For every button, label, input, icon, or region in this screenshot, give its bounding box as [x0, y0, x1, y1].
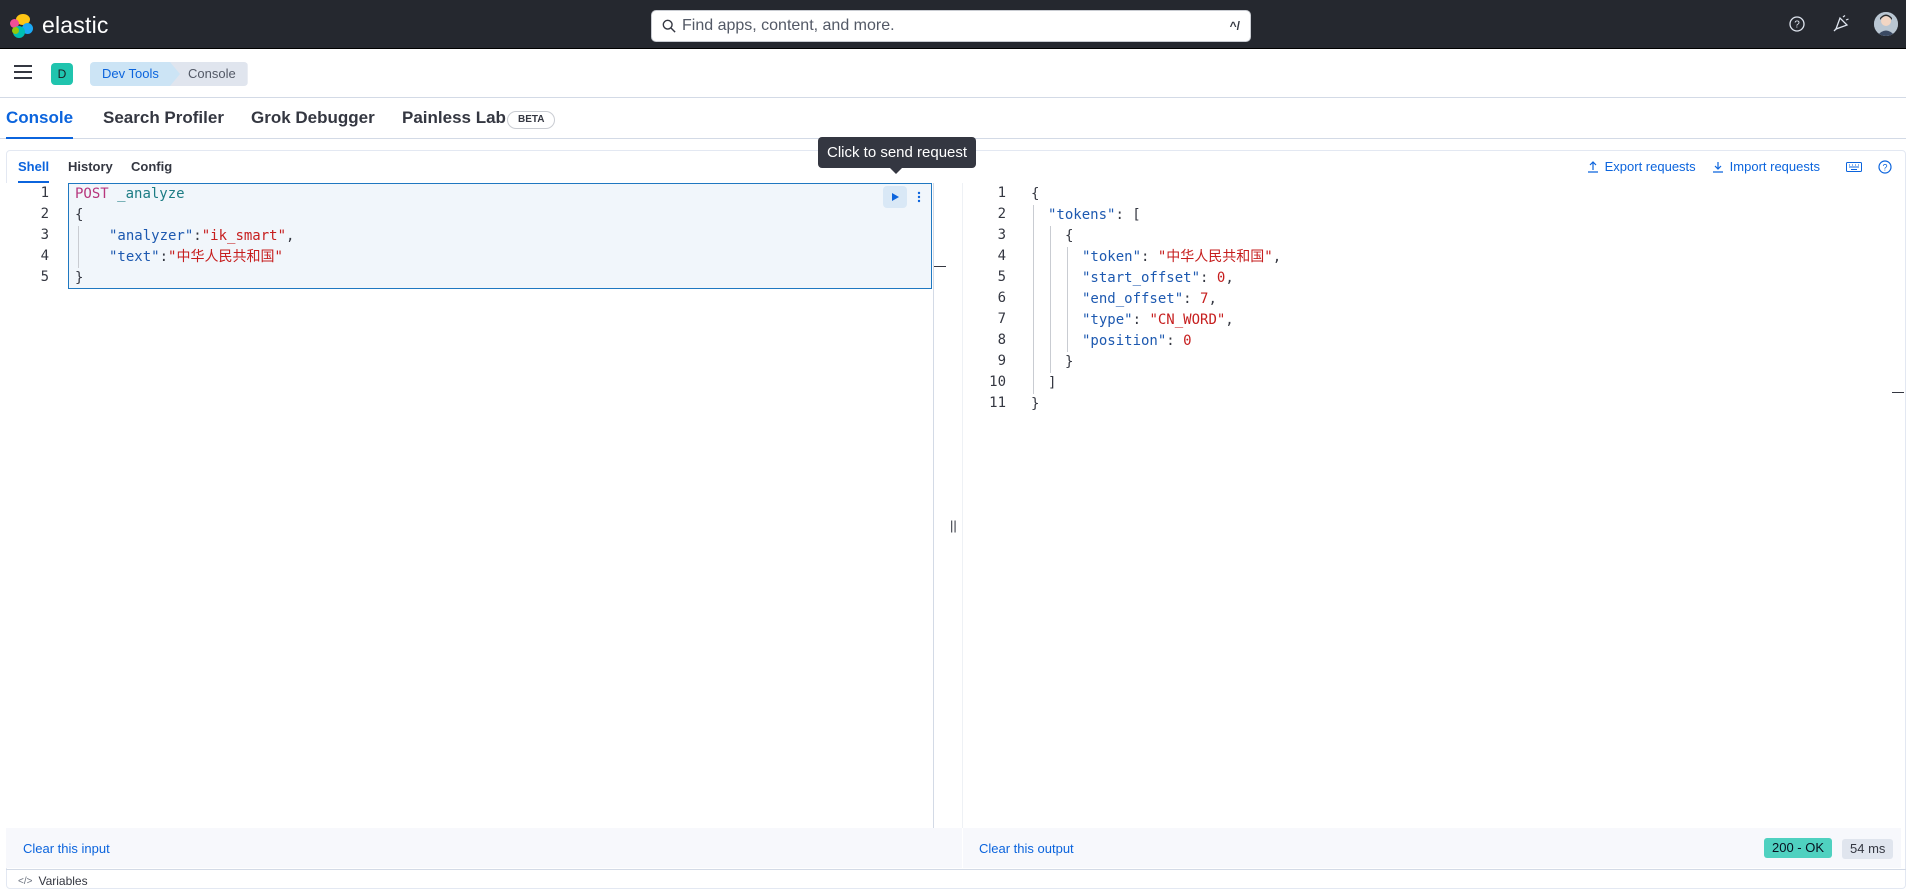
console-help-button[interactable]: ?	[1878, 159, 1892, 174]
line-number: 3	[40, 227, 49, 243]
tab-painless-lab[interactable]: Painless Lab	[402, 108, 506, 137]
line-number: 3	[997, 227, 1006, 243]
request-duration-badge: 54 ms	[1842, 839, 1894, 859]
code-icon: </>	[18, 875, 33, 887]
subtab-config[interactable]: Config	[131, 159, 172, 174]
code-text-line: "text":"中华人民共和国"	[109, 249, 283, 265]
line-number: 1	[40, 185, 49, 201]
output-brace-open: {	[1031, 186, 1040, 202]
line-number: 2	[40, 206, 49, 222]
help-icon: ?	[1878, 159, 1892, 174]
menu-icon[interactable]	[14, 65, 32, 83]
line-number: 7	[997, 311, 1006, 327]
space-avatar[interactable]: D	[51, 63, 73, 85]
user-avatar[interactable]	[1874, 12, 1898, 36]
keyboard-shortcuts-button[interactable]	[1846, 161, 1862, 173]
svg-text:?: ?	[1794, 20, 1800, 31]
status-badge: 200 - OK	[1764, 838, 1833, 858]
line-number: 5	[997, 269, 1006, 285]
output-brace-close: }	[1031, 396, 1040, 412]
output-token-line: "token": "中华人民共和国",	[1082, 249, 1282, 265]
search-icon	[662, 19, 676, 33]
console-subtabs: Shell History Config	[6, 150, 946, 183]
tab-console[interactable]: Console	[6, 108, 74, 139]
subtab-history[interactable]: History	[68, 159, 113, 174]
variables-label: Variables	[38, 874, 88, 888]
panel-resizer[interactable]: ||	[950, 518, 957, 533]
line-number: 1	[997, 185, 1006, 201]
search-shortcut: ^/	[1229, 19, 1240, 33]
input-footer	[6, 828, 962, 868]
line-number: 9	[997, 353, 1006, 369]
line-number: 5	[40, 269, 49, 285]
code-brace-open: {	[75, 207, 84, 223]
global-search[interactable]: ^/	[651, 10, 1251, 42]
scroll-marker	[1892, 392, 1904, 393]
line-number: 4	[40, 248, 49, 264]
svg-text:?: ?	[1882, 162, 1887, 172]
devtools-tabs: Console Search Profiler Grok Debugger Pa…	[0, 99, 1906, 139]
play-icon	[892, 193, 899, 201]
line-number: 6	[997, 290, 1006, 306]
scroll-marker	[934, 266, 946, 267]
tab-grok-debugger[interactable]: Grok Debugger	[251, 108, 375, 137]
editor-border	[933, 183, 934, 828]
send-request-tooltip: Click to send request	[818, 137, 977, 174]
tab-search-profiler[interactable]: Search Profiler	[103, 108, 224, 137]
indent-guide	[78, 226, 79, 268]
import-icon	[1712, 161, 1723, 173]
output-tokens-line: "tokens": [	[1048, 207, 1141, 223]
code-analyzer-line: "analyzer":"ik_smart",	[109, 228, 295, 244]
line-number: 11	[989, 395, 1006, 411]
export-icon	[1587, 160, 1598, 173]
request-line[interactable]: POST _analyze	[75, 184, 185, 205]
newsfeed-icon[interactable]	[1830, 13, 1852, 35]
import-requests-label: Import requests	[1729, 159, 1820, 174]
send-request-button[interactable]	[883, 186, 907, 208]
output-array-close: ]	[1048, 375, 1057, 391]
export-requests-button[interactable]: Export requests	[1587, 159, 1696, 174]
elastic-logo[interactable]: elastic	[10, 12, 109, 39]
output-footer	[963, 828, 1901, 868]
clear-input-link[interactable]: Clear this input	[23, 841, 110, 856]
export-requests-label: Export requests	[1604, 159, 1696, 174]
clear-output-link[interactable]: Clear this output	[979, 841, 1074, 856]
request-actions-button[interactable]	[911, 186, 927, 208]
indent-guide	[1050, 226, 1051, 373]
breadcrumb-console: Console	[170, 62, 248, 86]
subtab-shell[interactable]: Shell	[18, 159, 50, 183]
help-icon[interactable]: ?	[1786, 13, 1808, 35]
http-method: POST	[75, 186, 109, 202]
output-position-line: "position": 0	[1082, 333, 1192, 349]
output-object-close: }	[1065, 354, 1074, 370]
line-number: 4	[997, 248, 1006, 264]
brand-name: elastic	[42, 12, 109, 38]
variables-bar	[6, 869, 1906, 889]
more-vertical-icon	[917, 191, 921, 203]
code-brace-close: }	[75, 270, 84, 286]
beta-badge: BETA	[507, 111, 556, 129]
indent-guide	[1033, 205, 1034, 394]
line-number: 8	[997, 332, 1006, 348]
breadcrumb-dev-tools[interactable]: Dev Tools	[90, 62, 183, 86]
import-requests-button[interactable]: Import requests	[1712, 159, 1820, 174]
output-start-offset-line: "start_offset": 0,	[1082, 270, 1234, 286]
search-input[interactable]	[682, 17, 1224, 35]
indent-guide	[1067, 247, 1068, 352]
elastic-logo-icon	[10, 13, 34, 38]
top-header: elastic ^/ ?	[0, 0, 1906, 49]
keyboard-icon	[1846, 161, 1862, 172]
output-end-offset-line: "end_offset": 7,	[1082, 291, 1217, 307]
breadcrumb-bar: D Dev Tools Console	[0, 49, 1906, 98]
line-number: 10	[989, 374, 1006, 390]
variables-toggle[interactable]: </> Variables	[18, 874, 88, 888]
output-type-line: "type": "CN_WORD",	[1082, 312, 1234, 328]
output-object-open: {	[1065, 228, 1074, 244]
line-number: 2	[997, 206, 1006, 222]
request-endpoint: _analyze	[117, 186, 185, 202]
